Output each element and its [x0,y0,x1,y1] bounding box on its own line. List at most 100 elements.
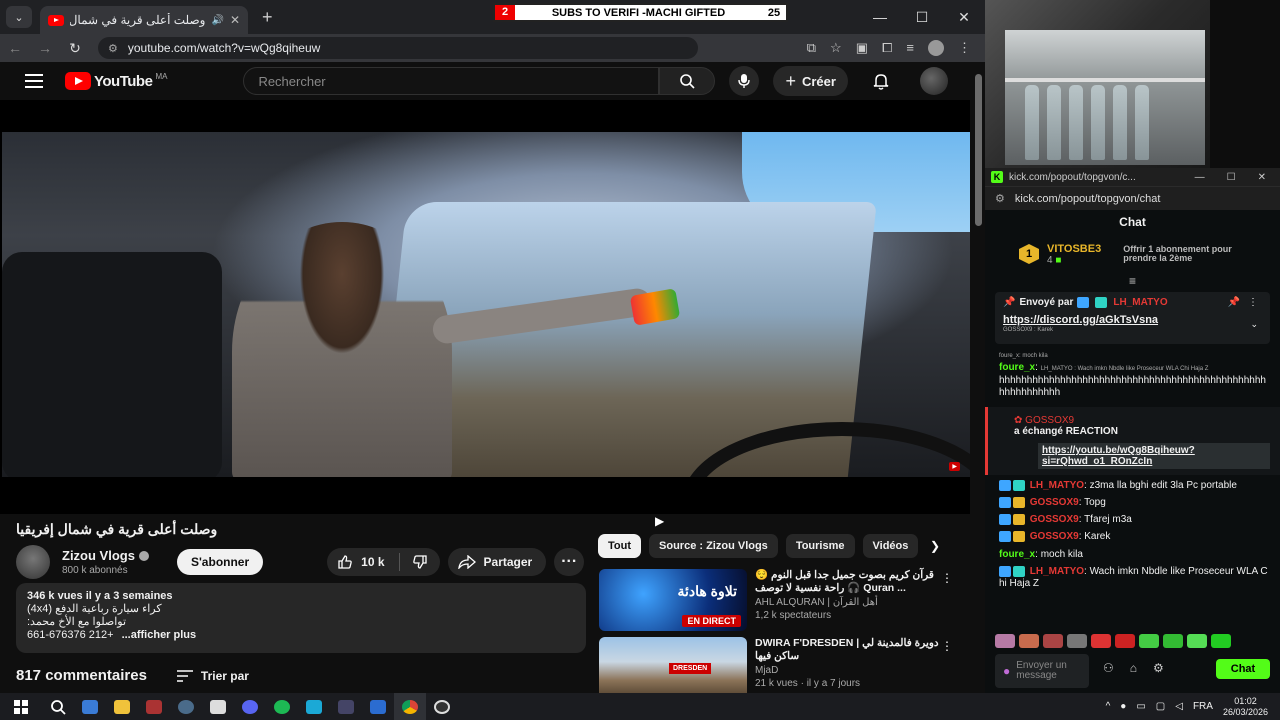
search-input[interactable]: Rechercher [243,67,660,95]
chat-username[interactable]: foure_x [999,362,1035,373]
emote-icon[interactable] [1043,634,1063,648]
store-icon[interactable]: ⌂ [1130,661,1137,675]
top-gifter-name[interactable]: VITOSBE3 [1047,243,1101,255]
app-r-icon[interactable] [74,693,106,720]
page-scrollbar[interactable] [972,62,985,693]
account-avatar[interactable] [919,67,948,95]
related-video-2[interactable]: DRESDEN DWIRA F'DRESDEN | دويرة فالمدينة… [599,637,959,699]
site-info-icon[interactable]: ⚙ [995,192,1005,205]
video-frame[interactable]: ▶ [2,132,970,477]
url-field[interactable]: ⚙ youtube.com/watch?v=wQg8qiheuw [98,37,698,59]
emote-icon[interactable] [1163,634,1183,648]
chat-input[interactable]: ● Envoyer un message [995,654,1089,688]
related-menu-icon[interactable]: ⋮ [941,639,953,653]
chevron-up-icon[interactable]: ^ [1106,701,1111,712]
kick-address-bar[interactable]: ⚙ kick.com/popout/topgvon/chat [985,186,1280,210]
chip-tourism[interactable]: Tourisme [785,534,855,558]
volume-icon[interactable]: ◁ [1175,701,1183,712]
voice-search-button[interactable] [729,66,760,96]
pinned-link[interactable]: https://discord.gg/aGkTsVsna [1003,314,1262,326]
microphone-tray-icon[interactable]: ● [1120,701,1126,712]
voicemeeter-icon[interactable] [138,693,170,720]
network-icon[interactable]: ▭ [1136,701,1145,712]
related-title-1[interactable]: قرآن كريم بصوت جميل جدا قبل النوم 😌 راحة… [755,569,945,595]
users-icon[interactable]: ⚇ [1103,661,1114,675]
media-icon[interactable]: ≡ [906,40,914,56]
maximize-icon[interactable]: ☐ [901,0,943,34]
puzzle-icon[interactable]: ⧠ [882,40,892,56]
related-title-2[interactable]: DWIRA F'DRESDEN | دويرة فالمدينة لي ساكن… [755,637,945,663]
create-button[interactable]: + Créer [773,66,848,96]
show-more-link[interactable]: ...afficher plus [122,629,197,642]
related-thumbnail-2[interactable]: DRESDEN [599,637,747,699]
notifications-bell-icon[interactable] [872,72,890,90]
tab-youtube[interactable]: وصلت أعلى قرية في شمال إ 🔊 ✕ [40,6,248,34]
emote-icon[interactable] [1091,634,1111,648]
close-window-icon[interactable]: ✕ [1258,172,1266,183]
minimize-icon[interactable]: — [1195,172,1205,183]
like-button[interactable]: 10 k [327,553,400,571]
language-indicator[interactable]: FRA [1193,701,1213,712]
display-icon[interactable]: ▢ [1156,701,1165,712]
chat-username[interactable]: LH_MATYO [1030,566,1084,577]
menu-kebab-icon[interactable]: ⋮ [958,40,971,56]
more-actions-button[interactable]: ··· [554,548,585,576]
extension-icon[interactable]: ▣ [856,40,868,56]
hamburger-menu-icon[interactable] [25,74,43,88]
dislike-button[interactable] [400,554,440,570]
scrollbar-thumb[interactable] [975,74,982,226]
chip-source[interactable]: Source : Zizou Vlogs [649,534,778,558]
emote-icon[interactable] [1139,634,1159,648]
search-button[interactable] [659,67,716,95]
emote-icon[interactable] [1115,634,1135,648]
bookmark-star-icon[interactable]: ☆ [830,40,842,56]
steam-icon[interactable] [170,693,202,720]
reload-icon[interactable]: ↻ [60,40,90,57]
related-thumbnail-1[interactable]: تلاوة هادئة EN DIRECT [599,569,747,631]
gift-offer-button[interactable]: Offrir 1 abonnement pour prendre la 2ème [1123,245,1243,263]
gear-icon[interactable]: ⚙ [1153,661,1164,675]
video-player[interactable]: ▶ [0,100,970,514]
emote-icon[interactable] [1019,634,1039,648]
emote-icon[interactable] [1067,634,1087,648]
chat-username[interactable]: foure_x [999,549,1035,560]
emote-icon[interactable] [995,634,1015,648]
discord-icon[interactable] [234,693,266,720]
chat-username[interactable]: GOSSOX9 [1025,415,1074,426]
close-tab-icon[interactable]: ✕ [230,13,240,27]
chip-videos[interactable]: Vidéos [862,534,919,558]
forward-icon[interactable]: → [30,40,60,56]
description-box[interactable]: 346 k vues il y a 3 semaines كراء سيارة … [16,583,586,653]
emote-icon[interactable] [1211,634,1231,648]
new-tab-button[interactable]: + [262,7,273,28]
subscribe-button[interactable]: S'abonner [176,549,264,575]
maximize-icon[interactable]: ☐ [1227,172,1236,183]
clock[interactable]: 01:02 26/03/2026 [1223,696,1268,718]
obs-icon[interactable] [426,693,458,720]
site-info-icon[interactable]: ⚙ [108,42,118,55]
channel-avatar[interactable] [16,545,50,579]
app-a-icon[interactable] [362,693,394,720]
tab-search-button[interactable]: ⌄ [6,6,32,28]
chevron-right-icon[interactable]: ❯ [930,539,940,553]
related-menu-icon[interactable]: ⋮ [941,571,953,585]
search-icon[interactable] [42,693,74,720]
cast-icon[interactable]: ⧉ [807,40,816,56]
chrome-icon[interactable] [394,693,426,720]
pinned-message[interactable]: 📌 Envoyé par LH_MATYO https://discord.gg… [995,292,1270,344]
chat-username[interactable]: GOSSOX9 [1030,514,1079,525]
emote-icon[interactable] [1187,634,1207,648]
youtube-logo[interactable]: YouTube MA [65,72,167,90]
chip-all[interactable]: Tout [598,534,642,558]
close-window-icon[interactable]: ✕ [943,0,985,34]
folder-icon[interactable] [106,693,138,720]
app-box-icon[interactable] [298,693,330,720]
minimize-icon[interactable]: — [859,0,901,34]
send-chat-button[interactable]: Chat [1216,659,1270,679]
collapse-handle-icon[interactable]: ≡ [985,274,1280,288]
redemption-link[interactable]: https://youtu.be/wQg8Bqiheuw?si=rQhwd_o1… [1038,443,1270,469]
related-video-1[interactable]: تلاوة هادئة EN DIRECT قرآن كريم بصوت جمي… [599,569,959,631]
share-button[interactable]: Partager [447,548,547,576]
sort-comments-button[interactable]: Trier par [176,669,249,683]
chevron-down-icon[interactable]: ⌄ [1250,319,1258,330]
